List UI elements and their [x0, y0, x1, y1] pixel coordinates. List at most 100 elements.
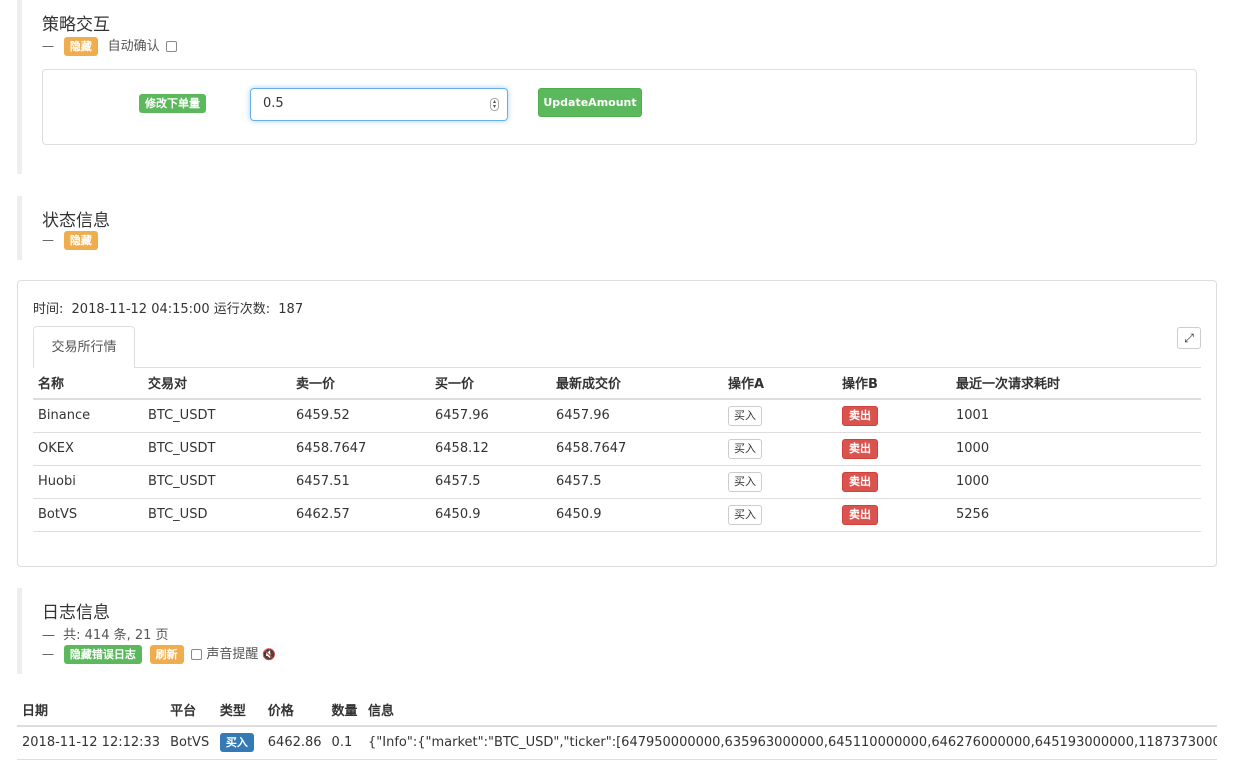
cell-pair: BTC_USD [143, 498, 291, 532]
cell-latency: 5256 [951, 498, 1201, 532]
cell-pair: BTC_USDT [143, 432, 291, 466]
sound-alert-checkbox[interactable] [191, 649, 203, 660]
cell-latency: 1000 [951, 432, 1201, 466]
cell-last: 6457.5 [551, 465, 723, 499]
status-title: 状态信息 [42, 211, 110, 231]
col-op-b: 操作B [837, 367, 951, 400]
cell-latency: 1001 [951, 399, 1201, 433]
cell-name: OKEX [33, 432, 143, 466]
spinner-icon[interactable]: ▴ ▾ [490, 98, 499, 111]
status-hide-button[interactable]: 隐藏 [63, 231, 98, 250]
logs-controls: — 隐藏错误日志 刷新 声音提醒 🔇 [42, 643, 276, 664]
cell-ask: 6459.52 [291, 399, 430, 433]
col-platform: 平台 [165, 694, 215, 727]
logs-section-bar [17, 588, 22, 674]
strategy-controls: — 隐藏 自动确认 [42, 35, 177, 56]
refresh-button[interactable]: 刷新 [149, 645, 184, 664]
type-badge: 买入 [219, 733, 254, 753]
table-row: OKEX BTC_USDT 6458.7647 6458.12 6458.764… [33, 432, 1201, 466]
col-pair: 交易对 [143, 367, 291, 400]
cell-latency: 1000 [951, 465, 1201, 499]
col-date: 日期 [17, 694, 166, 727]
auto-confirm-label: 自动确认 [107, 39, 160, 54]
logs-summary: 共: 414 条, 21 页 [63, 628, 169, 643]
cell-bid: 6457.5 [430, 465, 551, 499]
time-label: 时间: [33, 302, 64, 317]
buy-button[interactable]: 买入 [728, 471, 762, 492]
update-amount-button[interactable]: UpdateAmount [538, 88, 642, 117]
strategy-section-bar [17, 0, 22, 174]
col-bid: 买一价 [430, 367, 551, 400]
sell-button[interactable]: 卖出 [842, 471, 878, 492]
buy-button[interactable]: 买入 [728, 405, 762, 426]
amount-input-value: 0.5 [263, 96, 284, 111]
market-table: 名称 交易对 卖一价 买一价 最新成交价 操作A 操作B 最近一次请求耗时 Bi… [33, 367, 1201, 532]
sell-button[interactable]: 卖出 [842, 504, 878, 525]
collapse-dash: — [42, 233, 54, 247]
status-controls: — 隐藏 [42, 231, 98, 250]
cell-op-b: 卖出 [837, 465, 951, 499]
sell-button[interactable]: 卖出 [842, 405, 878, 426]
col-op-a: 操作A [723, 367, 837, 400]
table-row: Binance BTC_USDT 6459.52 6457.96 6457.96… [33, 399, 1201, 433]
cell-ask: 6457.51 [291, 465, 430, 499]
col-name: 名称 [33, 367, 143, 400]
collapse-dash: — [42, 628, 55, 643]
buy-button[interactable]: 买入 [728, 438, 762, 459]
col-qty: 数量 [326, 694, 363, 727]
log-table: 日期 平台 类型 价格 数量 信息 2018-11-12 12:12:33 Bo… [17, 694, 1217, 760]
runs-label: 运行次数: [213, 302, 271, 317]
cell-bid: 6450.9 [430, 498, 551, 532]
log-price: 6462.86 [262, 726, 327, 760]
auto-confirm-checkbox[interactable] [165, 41, 177, 52]
expand-icon[interactable]: ⤢ [1177, 327, 1201, 349]
cell-op-b: 卖出 [837, 498, 951, 532]
cell-op-a: 买入 [723, 465, 837, 499]
cell-ask: 6462.57 [291, 498, 430, 532]
cell-op-b: 卖出 [837, 432, 951, 466]
cell-name: Binance [33, 399, 143, 433]
log-info: {"Info":{"market":"BTC_USD","ticker":[64… [363, 726, 1217, 760]
cell-op-a: 买入 [723, 498, 837, 532]
collapse-dash: — [42, 39, 54, 53]
cell-last: 6457.96 [551, 399, 723, 433]
cell-bid: 6457.96 [430, 399, 551, 433]
cell-name: BotVS [33, 498, 143, 532]
log-row: 2018-11-12 12:12:33 BotVS 买入 6462.86 0.1… [17, 726, 1217, 760]
log-date: 2018-11-12 12:12:33 [17, 726, 166, 760]
sound-alert-label: 声音提醒 [206, 647, 259, 662]
time-value: 2018-11-12 04:15:00 [71, 302, 210, 317]
col-latency: 最近一次请求耗时 [951, 367, 1201, 400]
col-info: 信息 [363, 694, 1217, 727]
table-row: Huobi BTC_USDT 6457.51 6457.5 6457.5 买入 … [33, 465, 1201, 499]
cell-pair: BTC_USDT [143, 465, 291, 499]
logs-summary-line: — 共: 414 条, 21 页 [42, 624, 169, 643]
amount-input[interactable]: 0.5 ▴ ▾ [250, 88, 508, 121]
collapse-dash: — [42, 647, 54, 661]
cell-ask: 6458.7647 [291, 432, 430, 466]
field-label: 修改下单量 [139, 94, 206, 113]
cell-bid: 6458.12 [430, 432, 551, 466]
col-price: 价格 [262, 694, 327, 727]
table-row: BotVS BTC_USD 6462.57 6450.9 6450.9 买入 卖… [33, 498, 1201, 532]
status-section-bar [17, 196, 22, 260]
market-table-header: 名称 交易对 卖一价 买一价 最新成交价 操作A 操作B 最近一次请求耗时 [33, 367, 1201, 400]
strategy-hide-button[interactable]: 隐藏 [63, 37, 98, 56]
cell-pair: BTC_USDT [143, 399, 291, 433]
log-table-header: 日期 平台 类型 价格 数量 信息 [17, 694, 1217, 727]
strategy-title: 策略交互 [42, 15, 110, 35]
tab-exchange-market[interactable]: 交易所行情 [33, 326, 135, 368]
cell-name: Huobi [33, 465, 143, 499]
cell-last: 6458.7647 [551, 432, 723, 466]
cell-last: 6450.9 [551, 498, 723, 532]
cell-op-a: 买入 [723, 399, 837, 433]
sell-button[interactable]: 卖出 [842, 438, 878, 459]
buy-button[interactable]: 买入 [728, 504, 762, 525]
runs-value: 187 [278, 302, 304, 317]
col-ask: 卖一价 [291, 367, 430, 400]
log-qty: 0.1 [326, 726, 363, 760]
logs-title: 日志信息 [42, 603, 110, 623]
status-meta: 时间: 2018-11-12 04:15:00 运行次数: 187 [33, 298, 303, 317]
mute-icon[interactable]: 🔇 [262, 648, 276, 661]
hide-error-logs-button[interactable]: 隐藏错误日志 [63, 645, 142, 664]
